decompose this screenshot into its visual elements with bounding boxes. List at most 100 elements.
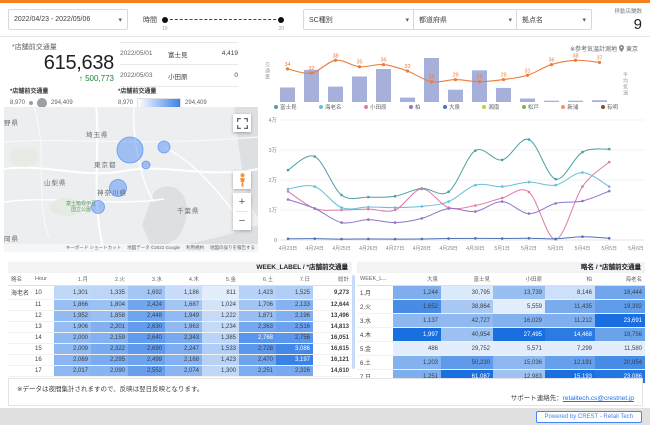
trend-data-point[interactable]: [287, 188, 290, 191]
trend-data-point[interactable]: [394, 206, 397, 209]
trend-data-point[interactable]: [608, 190, 611, 193]
trend-data-point[interactable]: [581, 171, 584, 174]
trend-data-point[interactable]: [528, 212, 531, 215]
trend-data-point[interactable]: [501, 200, 504, 203]
map-fullscreen-button[interactable]: [233, 114, 251, 132]
column-header[interactable]: 略名: [8, 273, 32, 286]
trend-data-point[interactable]: [313, 185, 316, 188]
trend-data-point[interactable]: [287, 238, 290, 241]
hourly-table-scrollbar[interactable]: [352, 275, 355, 369]
column-header[interactable]: 3.水: [128, 273, 165, 286]
map-attribution-item[interactable]: 地図の誤りを報告する: [210, 245, 255, 251]
support-email-link[interactable]: retailtech.cs@crestnet.jp: [563, 395, 634, 402]
column-header[interactable]: 4.木: [165, 273, 202, 286]
traffic-bubble[interactable]: [158, 141, 170, 153]
trend-data-point[interactable]: [581, 200, 584, 203]
trend-data-point[interactable]: [447, 237, 450, 240]
trend-data-point[interactable]: [474, 237, 477, 240]
column-header[interactable]: 富士見: [441, 273, 493, 286]
trend-data-point[interactable]: [313, 207, 316, 210]
traffic-map[interactable]: 野県埼玉県東京都山梨県神奈川県千葉県岡県 富士箱根伊豆国立公園 + − キーボー…: [4, 107, 258, 252]
column-header[interactable]: 2.火: [91, 273, 128, 286]
trend-data-point[interactable]: [340, 206, 343, 209]
daily-traffic-bar[interactable]: [568, 101, 583, 102]
sc-type-select[interactable]: SC種別 ▾: [303, 9, 415, 30]
trend-data-point[interactable]: [340, 221, 343, 224]
traffic-bubble[interactable]: [117, 137, 143, 163]
trend-data-point[interactable]: [421, 205, 424, 208]
trend-data-point[interactable]: [474, 149, 477, 152]
column-header[interactable]: 6.土: [239, 273, 276, 286]
trend-data-point[interactable]: [421, 188, 424, 191]
trend-data-point[interactable]: [367, 218, 370, 221]
daily-traffic-bar[interactable]: [592, 100, 607, 102]
legend-item[interactable]: 有明: [601, 103, 618, 111]
trend-data-point[interactable]: [554, 238, 557, 241]
column-header[interactable]: 小田原: [493, 273, 545, 286]
trend-data-point[interactable]: [447, 200, 450, 203]
trend-data-point[interactable]: [554, 178, 557, 181]
trend-data-point[interactable]: [581, 151, 584, 154]
daily-traffic-bar[interactable]: [352, 76, 367, 102]
trend-data-point[interactable]: [501, 197, 504, 200]
trend-data-point[interactable]: [340, 238, 343, 241]
trend-data-point[interactable]: [340, 209, 343, 212]
trend-data-point[interactable]: [474, 204, 477, 207]
trend-data-point[interactable]: [367, 238, 370, 241]
trend-data-point[interactable]: [501, 159, 504, 162]
time-range-slider[interactable]: 10 20: [165, 19, 281, 20]
trend-data-point[interactable]: [287, 169, 290, 172]
daily-traffic-bar[interactable]: [328, 87, 343, 102]
legend-item[interactable]: 松戸: [522, 103, 539, 111]
daily-traffic-bar[interactable]: [376, 69, 391, 102]
legend-item[interactable]: 湘南: [482, 103, 499, 111]
slider-handle-max[interactable]: [278, 17, 284, 23]
legend-item[interactable]: 新浦: [561, 103, 578, 111]
trend-data-point[interactable]: [581, 185, 584, 188]
trend-data-point[interactable]: [313, 237, 316, 240]
zoom-out-button[interactable]: −: [233, 212, 251, 230]
daily-traffic-bar[interactable]: [496, 88, 511, 102]
daily-traffic-bar[interactable]: [520, 98, 535, 102]
trend-data-point[interactable]: [528, 181, 531, 184]
trend-data-point[interactable]: [447, 207, 450, 210]
column-header[interactable]: Hour: [32, 273, 54, 286]
legend-item[interactable]: 柏: [409, 103, 421, 111]
column-header[interactable]: 5.金: [202, 273, 239, 286]
trend-data-point[interactable]: [554, 184, 557, 187]
trend-data-point[interactable]: [608, 148, 611, 151]
street-view-pegman[interactable]: [233, 171, 251, 189]
daily-traffic-bar[interactable]: [448, 90, 463, 102]
legend-item[interactable]: 大泉: [443, 103, 460, 111]
trend-data-point[interactable]: [394, 238, 397, 241]
trend-data-point[interactable]: [394, 221, 397, 224]
trend-data-point[interactable]: [421, 217, 424, 220]
trend-data-point[interactable]: [501, 237, 504, 240]
column-header[interactable]: 大泉: [393, 273, 441, 286]
map-attribution-item[interactable]: 地図データ ©2022 Google: [127, 245, 180, 251]
trend-data-point[interactable]: [608, 237, 611, 240]
trend-data-point[interactable]: [474, 210, 477, 213]
column-header[interactable]: 総計: [313, 273, 352, 286]
trend-data-point[interactable]: [501, 185, 504, 188]
trend-data-point[interactable]: [528, 237, 531, 240]
trend-data-point[interactable]: [528, 138, 531, 141]
traffic-bubble[interactable]: [142, 161, 150, 169]
trend-data-point[interactable]: [367, 196, 370, 199]
trend-data-point[interactable]: [474, 184, 477, 187]
legend-item[interactable]: 小田原: [364, 103, 387, 111]
legend-item[interactable]: 富士見: [274, 103, 297, 111]
zoom-in-button[interactable]: +: [233, 193, 251, 211]
trend-data-point[interactable]: [421, 238, 424, 241]
trend-data-point[interactable]: [608, 161, 611, 164]
trend-data-point[interactable]: [528, 191, 531, 194]
powered-by-button[interactable]: Powered by CREST - Retail Tech: [536, 411, 642, 423]
trend-data-point[interactable]: [447, 190, 450, 193]
daily-traffic-bar[interactable]: [400, 98, 415, 102]
trend-data-point[interactable]: [287, 190, 290, 193]
trend-data-point[interactable]: [394, 195, 397, 198]
trend-data-point[interactable]: [340, 194, 343, 197]
trend-data-point[interactable]: [581, 235, 584, 238]
prefecture-select[interactable]: 都道府県 ▾: [413, 9, 518, 30]
column-header[interactable]: 海老名: [595, 273, 645, 286]
